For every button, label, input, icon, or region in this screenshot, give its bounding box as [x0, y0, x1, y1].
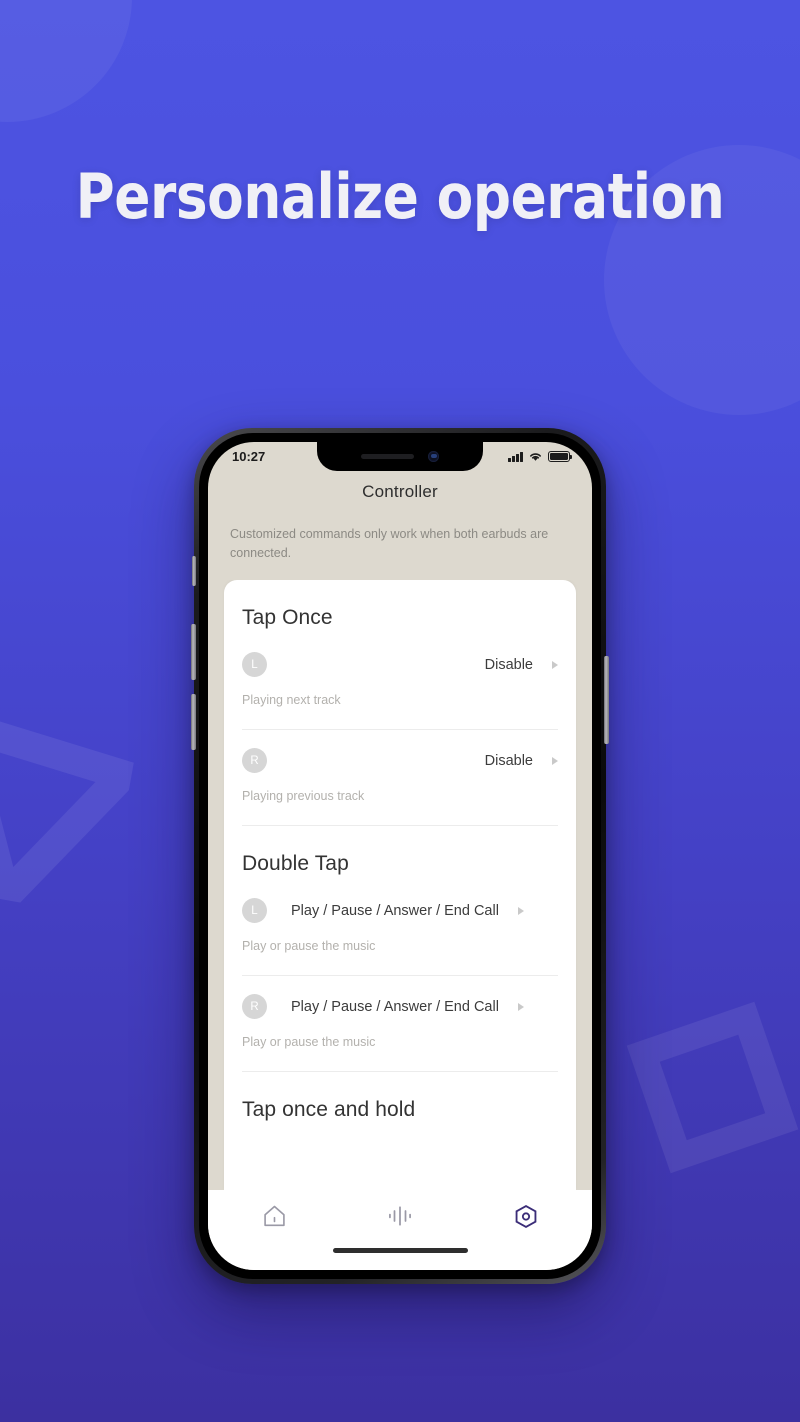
info-note: Customized commands only work when both … — [230, 527, 549, 561]
setting-row-double-tap-right[interactable]: R Play / Pause / Answer / End Call Play … — [242, 976, 558, 1055]
earbud-badge-right: R — [242, 748, 267, 774]
setting-row-tap-once-right[interactable]: R Disable Playing previous track — [242, 730, 558, 809]
chevron-right-icon — [517, 906, 524, 915]
setting-value: Disable — [484, 752, 533, 769]
tab-home[interactable] — [252, 1199, 296, 1233]
earbud-badge-left: L — [242, 652, 267, 678]
phone-screen: 10:27 Controller Customized commands onl… — [208, 442, 592, 1270]
section-title-tap-once-and-hold: Tap once and hold — [242, 1097, 416, 1121]
mute-switch — [192, 556, 196, 586]
promo-banner: Personalize operation 10:27 Controller C… — [0, 0, 800, 1422]
earbud-badge-right: R — [242, 994, 267, 1020]
volume-up-button — [191, 624, 196, 680]
status-indicators — [508, 451, 573, 462]
front-camera-icon — [428, 451, 439, 462]
setting-value: Play / Pause / Answer / End Call — [291, 998, 499, 1015]
setting-row-main[interactable]: L Disable — [242, 650, 558, 680]
earpiece-speaker-icon — [361, 454, 414, 459]
home-indicator[interactable] — [332, 1248, 468, 1253]
equalizer-icon — [389, 1206, 411, 1226]
phone-bezel: 10:27 Controller Customized commands onl… — [199, 433, 601, 1279]
settings-hexagon-icon — [515, 1204, 537, 1228]
setting-description: Play or pause the music — [242, 938, 376, 953]
battery-full-icon — [548, 451, 573, 462]
bottom-tab-bar — [208, 1190, 592, 1248]
settings-scroll-area[interactable]: Tap Once L Disable Playing next track R … — [208, 579, 592, 1190]
setting-row-main[interactable]: R Disable — [242, 746, 558, 776]
setting-row-main[interactable]: L Play / Pause / Answer / End Call — [242, 896, 558, 926]
phone-mockup: 10:27 Controller Customized commands onl… — [191, 428, 609, 1284]
page-title: Personalize operation — [75, 160, 725, 233]
setting-value: Play / Pause / Answer / End Call — [291, 902, 499, 919]
settings-card: Tap Once L Disable Playing next track R … — [224, 579, 576, 1190]
cellular-bars-icon — [508, 451, 523, 462]
phone-notch — [317, 442, 483, 471]
section-title-double-tap: Double Tap — [242, 851, 349, 875]
circle-top-left-decoration — [0, 0, 132, 122]
tab-settings[interactable] — [504, 1199, 548, 1233]
setting-row-main[interactable]: R Play / Pause / Answer / End Call — [242, 992, 558, 1022]
chevron-right-icon — [552, 660, 558, 669]
diamond-right-decoration — [626, 1001, 799, 1174]
volume-down-button — [191, 694, 196, 750]
section-title-tap-once: Tap Once — [242, 605, 333, 629]
setting-row-double-tap-left[interactable]: L Play / Pause / Answer / End Call Play … — [242, 896, 558, 959]
chevron-right-icon — [552, 756, 558, 765]
home-indicator-bar — [208, 1248, 592, 1270]
setting-description: Play or pause the music — [242, 1034, 376, 1049]
setting-value: Disable — [484, 656, 533, 673]
setting-description: Playing previous track — [242, 788, 365, 803]
screen-title: Controller — [362, 482, 438, 501]
setting-description: Playing next track — [242, 692, 341, 707]
status-time: 10:27 — [232, 449, 266, 464]
wifi-icon — [530, 453, 541, 461]
tab-sound[interactable] — [378, 1199, 422, 1233]
chevron-right-icon — [517, 1002, 524, 1011]
triangle-left-decoration — [0, 713, 137, 918]
home-icon — [263, 1205, 285, 1227]
earbud-badge-left: L — [242, 898, 267, 924]
setting-row-tap-once-left[interactable]: L Disable Playing next track — [242, 650, 558, 713]
power-button — [604, 656, 609, 744]
